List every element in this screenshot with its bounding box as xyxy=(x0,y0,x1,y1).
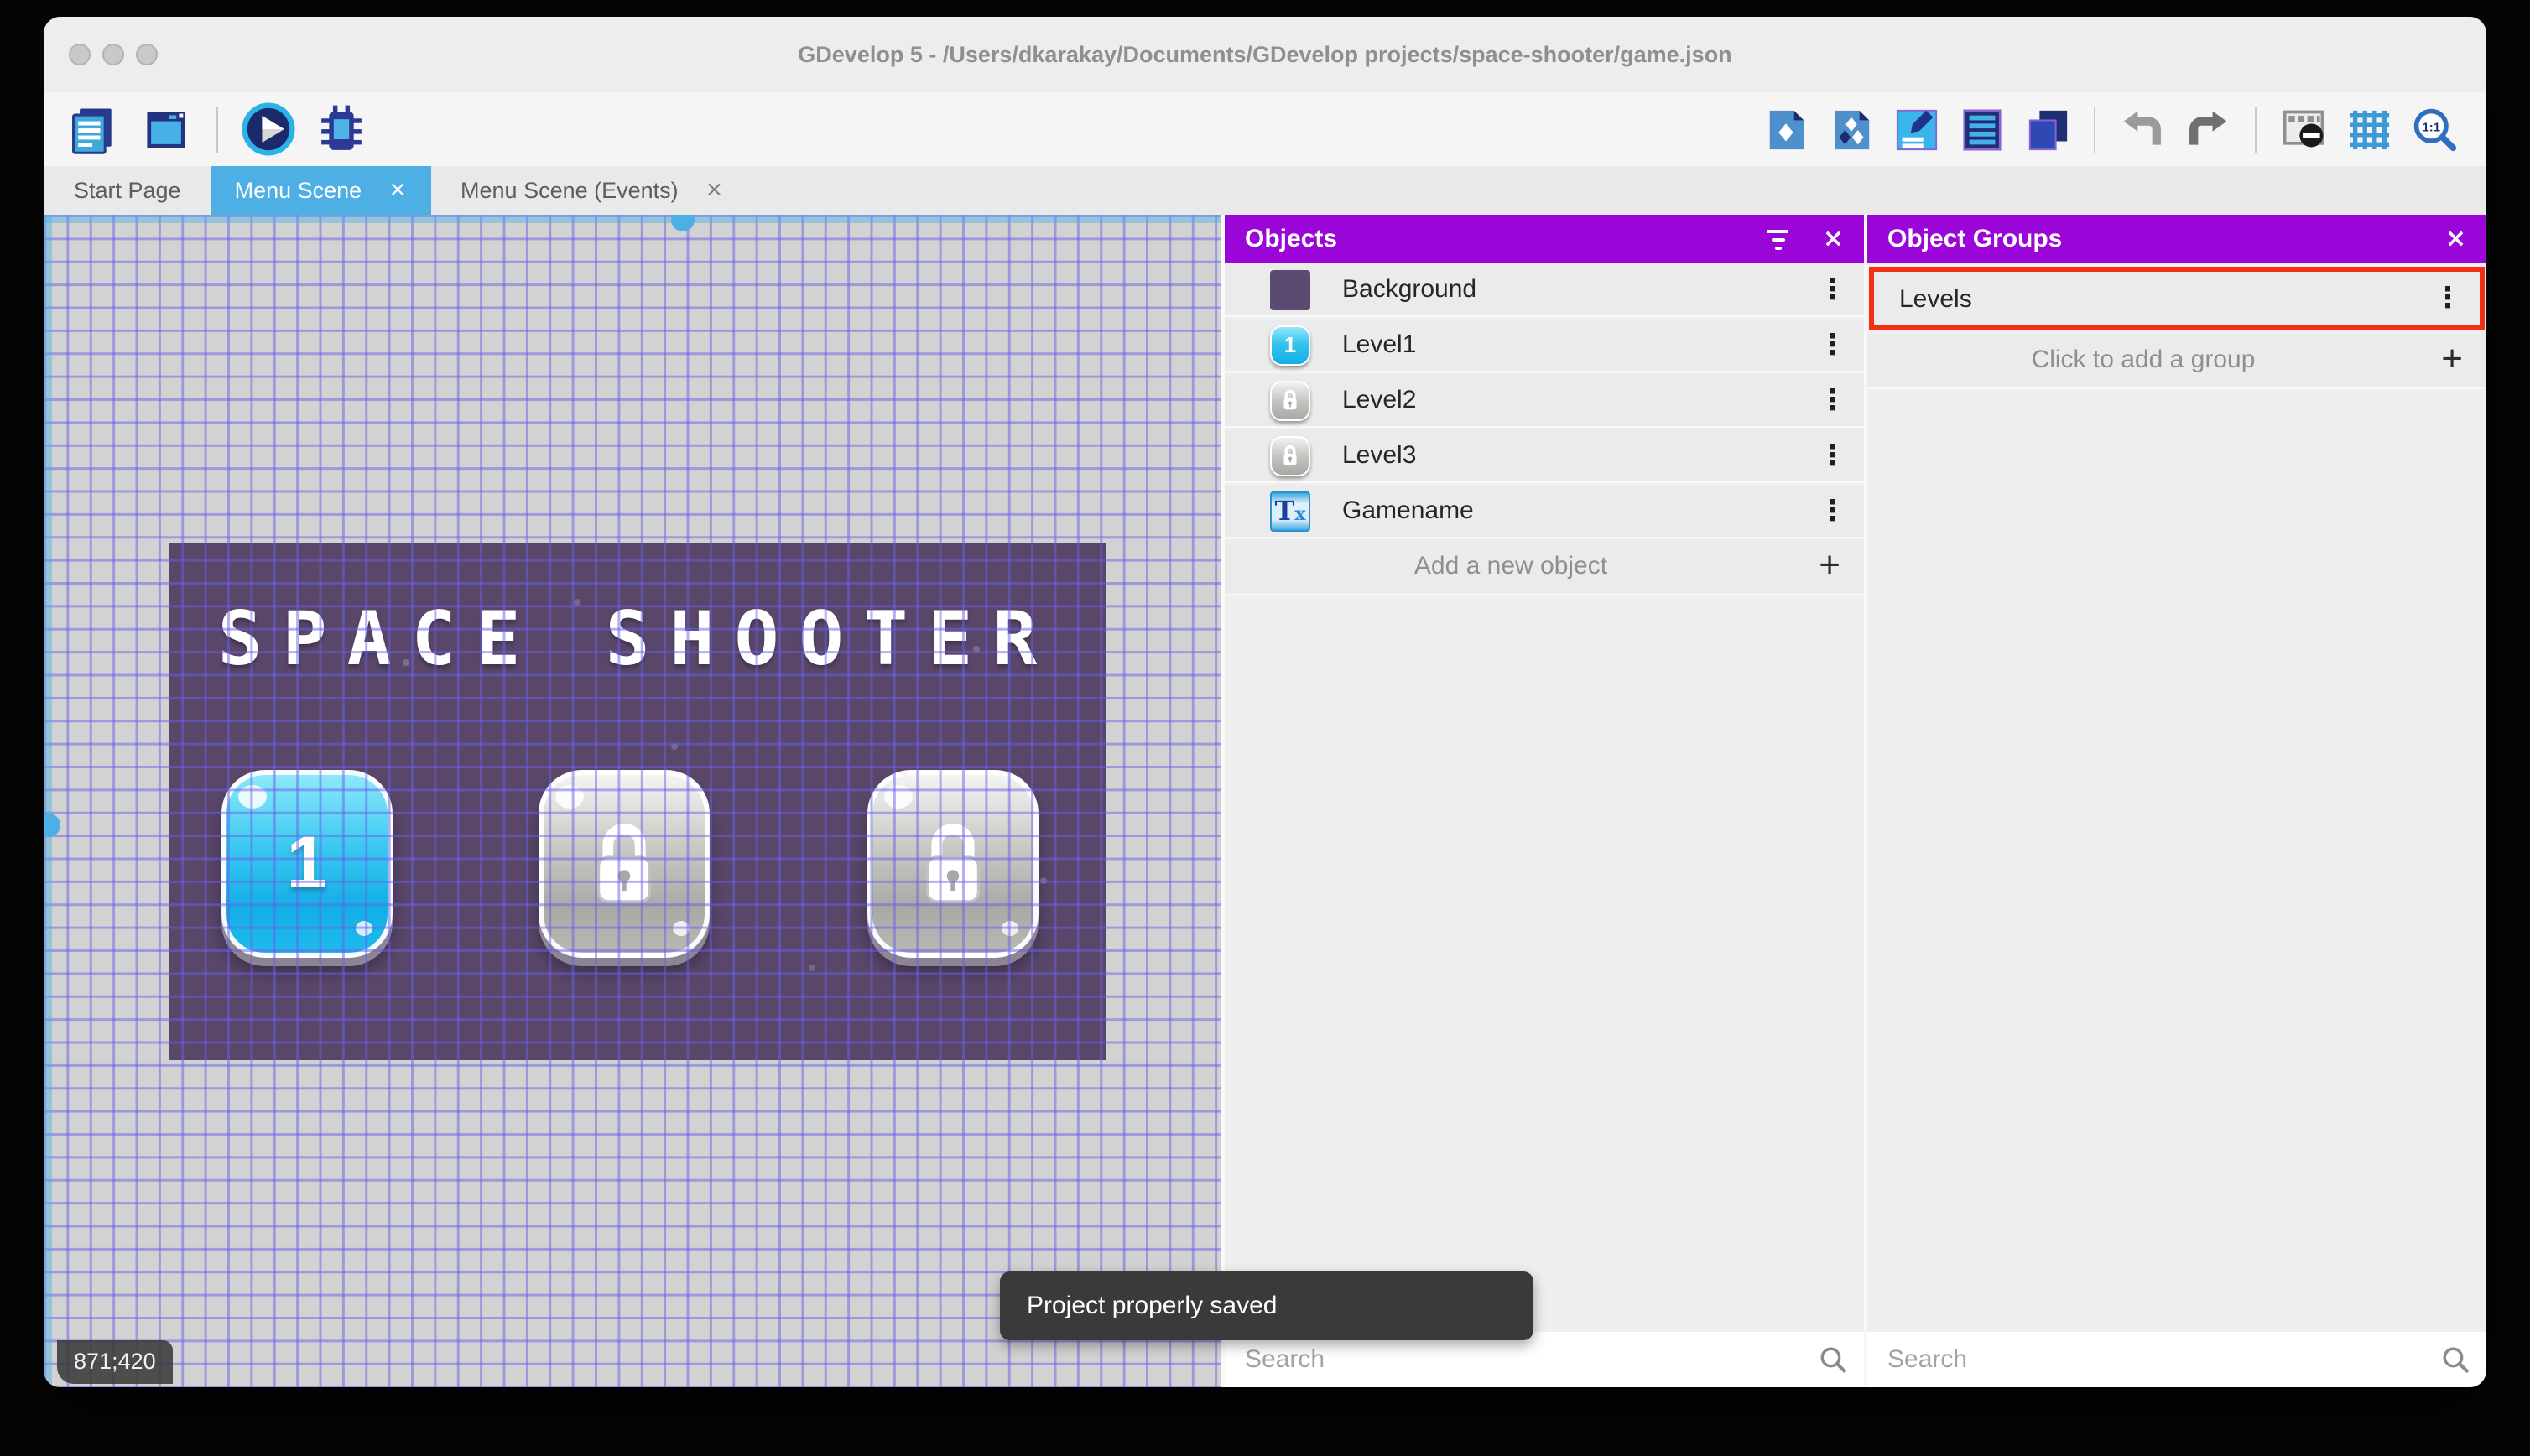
object-groups-panel: Object Groups × Levels ⋮ Click to add a … xyxy=(1867,215,2486,1387)
add-group-row[interactable]: Click to add a group + xyxy=(1867,334,2486,389)
game-preview-background[interactable]: SPACE SHOOTER 1 xyxy=(169,543,1106,1060)
grid-icon[interactable] xyxy=(2344,104,2394,154)
object-row-background[interactable]: Background ⋮ xyxy=(1225,263,1864,317)
tab-close-icon[interactable]: × xyxy=(388,179,407,201)
object-groups-panel-icon[interactable] xyxy=(1825,104,1876,154)
project-manager-icon[interactable] xyxy=(65,101,122,158)
level1-button-sprite[interactable]: 1 xyxy=(221,770,393,958)
toolbar-left-group xyxy=(65,92,369,166)
object-name: Gamename xyxy=(1342,497,1474,525)
object-groups-panel-header: Object Groups × xyxy=(1867,215,2486,263)
background-color-swatch-icon xyxy=(1270,269,1310,309)
level1-icon-digit: 1 xyxy=(1283,332,1297,357)
kebab-menu-icon[interactable]: ⋮ xyxy=(1817,429,1847,483)
zoom-1-1-icon[interactable]: 1:1 xyxy=(2409,104,2460,154)
window-title: GDevelop 5 - /Users/dkarakay/Documents/G… xyxy=(798,42,1732,67)
debug-icon[interactable] xyxy=(312,101,369,158)
properties-panel-icon[interactable] xyxy=(1891,104,1941,154)
level1-number: 1 xyxy=(286,822,328,904)
toolbar-separator xyxy=(2255,107,2257,152)
locked-button-icon xyxy=(1270,435,1310,476)
tab-close-icon[interactable]: × xyxy=(705,179,724,201)
lock-icon xyxy=(544,775,705,953)
object-row-gamename[interactable]: Tx Gamename ⋮ xyxy=(1225,485,1864,538)
zoom-ratio-label: 1:1 xyxy=(2422,120,2440,134)
objects-panel: Objects × Background ⋮ 1 Level1 ⋮ Level2… xyxy=(1221,215,1864,1387)
close-icon[interactable]: × xyxy=(2445,226,2466,252)
kebab-menu-icon[interactable]: ⋮ xyxy=(1817,263,1847,317)
preview-play-icon[interactable] xyxy=(240,101,297,158)
tab-label: Menu Scene (Events) xyxy=(461,178,679,203)
scene-properties-icon[interactable] xyxy=(138,101,195,158)
close-icon[interactable]: × xyxy=(1823,226,1844,252)
kebab-menu-icon[interactable]: ⋮ xyxy=(1817,374,1847,428)
title-bar: GDevelop 5 - /Users/dkarakay/Documents/G… xyxy=(44,17,2486,94)
level3-locked-button-sprite[interactable] xyxy=(867,770,1039,958)
vertical-scrollbar-knob[interactable] xyxy=(44,814,60,837)
objects-panel-icon[interactable] xyxy=(1760,104,1810,154)
level1-button-icon: 1 xyxy=(1270,325,1310,365)
traffic-light-minimize-button[interactable] xyxy=(102,44,124,65)
layers-panel-icon[interactable] xyxy=(2022,104,2072,154)
tab-menu-scene[interactable]: Menu Scene × xyxy=(211,166,431,215)
tab-menu-scene-events[interactable]: Menu Scene (Events) × xyxy=(430,166,753,215)
vertical-scrollbar-track[interactable] xyxy=(44,215,52,1387)
tab-start-page[interactable]: Start Page xyxy=(44,166,211,215)
screenshot-stage: GDevelop 5 - /Users/dkarakay/Documents/G… xyxy=(0,0,2530,1456)
objects-panel-title: Objects xyxy=(1245,225,1338,253)
text-icon-x: x xyxy=(1294,502,1306,524)
kebab-menu-icon[interactable]: ⋮ xyxy=(1817,319,1847,372)
star-specks xyxy=(169,543,173,547)
object-name: Level1 xyxy=(1342,330,1417,359)
cursor-coordinates-badge: 871;420 xyxy=(57,1340,173,1384)
object-name: Background xyxy=(1342,275,1477,304)
group-row-levels-highlighted[interactable]: Levels ⋮ xyxy=(1869,267,2485,330)
object-groups-panel-title: Object Groups xyxy=(1887,225,2063,253)
horizontal-scrollbar-knob[interactable] xyxy=(671,215,695,231)
instances-list-icon[interactable] xyxy=(1956,104,2007,154)
text-object-icon: Tx xyxy=(1270,491,1310,531)
kebab-menu-icon[interactable]: ⋮ xyxy=(2433,272,2463,325)
toolbar-separator xyxy=(216,107,218,152)
groups-search-input[interactable] xyxy=(1867,1332,2486,1387)
object-name: Level3 xyxy=(1342,441,1417,470)
add-object-label: Add a new object xyxy=(1413,552,1608,580)
add-group-label: Click to add a group xyxy=(2031,346,2256,374)
object-row-level2[interactable]: Level2 ⋮ xyxy=(1225,374,1864,428)
search-icon xyxy=(1819,1345,1847,1382)
lock-icon xyxy=(872,775,1033,953)
filter-icon[interactable] xyxy=(1767,229,1789,249)
groups-search-bar xyxy=(1867,1332,2486,1387)
kebab-menu-icon[interactable]: ⋮ xyxy=(1817,485,1847,538)
plus-icon[interactable]: + xyxy=(1819,540,1840,594)
locked-button-icon xyxy=(1270,380,1310,420)
tab-label: Start Page xyxy=(74,178,181,203)
main-toolbar: 1:1 xyxy=(44,92,2486,166)
toolbar-right-group: 1:1 xyxy=(1760,92,2460,166)
mask-icon[interactable] xyxy=(2278,104,2329,154)
add-object-row[interactable]: Add a new object + xyxy=(1225,540,1864,595)
save-toast: Project properly saved xyxy=(1000,1271,1533,1340)
tab-label: Menu Scene xyxy=(234,178,362,203)
redo-icon[interactable] xyxy=(2183,104,2233,154)
text-icon-T: T xyxy=(1274,494,1295,526)
traffic-light-close-button[interactable] xyxy=(69,44,91,65)
object-row-level1[interactable]: 1 Level1 ⋮ xyxy=(1225,319,1864,372)
editor-tab-bar: Start Page Menu Scene × Menu Scene (Even… xyxy=(44,166,2486,215)
level2-locked-button-sprite[interactable] xyxy=(539,770,710,958)
object-name: Level2 xyxy=(1342,386,1417,414)
undo-icon[interactable] xyxy=(2117,104,2168,154)
toast-message: Project properly saved xyxy=(1027,1292,1278,1320)
game-title-text[interactable]: SPACE SHOOTER xyxy=(169,597,1106,683)
gdevelop-window: GDevelop 5 - /Users/dkarakay/Documents/G… xyxy=(44,17,2486,1387)
object-row-level3[interactable]: Level3 ⋮ xyxy=(1225,429,1864,483)
horizontal-scrollbar-track[interactable] xyxy=(44,215,1221,223)
search-icon xyxy=(2441,1345,2470,1382)
group-name: Levels xyxy=(1899,284,1972,313)
toolbar-separator xyxy=(2094,107,2095,152)
objects-panel-header: Objects × xyxy=(1225,215,1864,263)
scene-editor-canvas[interactable]: SPACE SHOOTER 1 xyxy=(44,215,1221,1387)
traffic-light-zoom-button[interactable] xyxy=(136,44,158,65)
plus-icon[interactable]: + xyxy=(2441,334,2463,387)
